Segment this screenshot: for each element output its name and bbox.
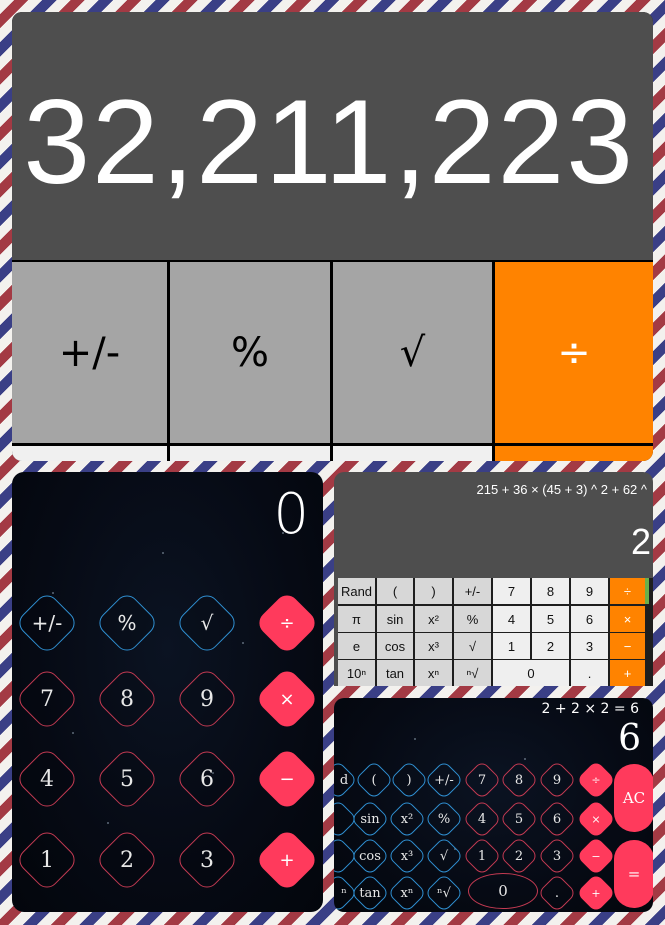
open-paren-button[interactable]: (: [377, 578, 413, 604]
digit-7-button[interactable]: 7: [493, 578, 530, 604]
next-row-key[interactable]: [170, 446, 330, 461]
divide-button[interactable]: ÷: [610, 578, 645, 604]
open-paren-button[interactable]: (: [354, 760, 394, 800]
digit-7-button[interactable]: 7: [462, 760, 502, 800]
decimal-button[interactable]: .: [537, 873, 577, 912]
all-clear-button[interactable]: AC: [614, 764, 653, 832]
digit-5-button[interactable]: 5: [499, 799, 539, 839]
rand-button[interactable]: Rand: [338, 578, 375, 604]
expression-display: 2 + 2 × 2 = 6: [541, 701, 639, 717]
starry-scientific-calculator: 2 + 2 × 2 = 6 6 d ( ) +/- 7 8 9 ÷ sin x²…: [334, 698, 653, 912]
equals-button[interactable]: =: [614, 840, 653, 908]
digit-6-button[interactable]: 6: [571, 606, 608, 632]
square-root-button[interactable]: √: [454, 633, 491, 659]
divide-button[interactable]: ÷: [254, 590, 320, 656]
sin-button[interactable]: sin: [350, 799, 390, 839]
add-button[interactable]: +: [576, 873, 616, 912]
add-button[interactable]: +: [254, 827, 320, 893]
power-button[interactable]: xⁿ: [415, 660, 452, 686]
percent-button[interactable]: %: [454, 606, 491, 632]
next-row-operator-key[interactable]: [495, 446, 653, 461]
digit-8-button[interactable]: 8: [499, 760, 539, 800]
multiply-button[interactable]: ×: [576, 799, 616, 839]
e-button[interactable]: e: [338, 633, 375, 659]
digit-1-button[interactable]: 1: [493, 633, 530, 659]
power-button[interactable]: xⁿ: [387, 873, 427, 912]
large-calculator-display: 32,211,223: [12, 12, 653, 260]
next-row-key[interactable]: [12, 446, 167, 461]
digit-5-button[interactable]: 5: [532, 606, 569, 632]
result-display: 6: [618, 718, 641, 759]
next-row-key[interactable]: [333, 446, 492, 461]
digit-2-button[interactable]: 2: [94, 827, 160, 893]
cos-button[interactable]: cos: [350, 836, 390, 876]
digit-3-button[interactable]: 3: [571, 633, 608, 659]
digit-2-button[interactable]: 2: [532, 633, 569, 659]
divide-button[interactable]: ÷: [495, 262, 653, 443]
tan-button[interactable]: tan: [377, 660, 413, 686]
digit-0-button[interactable]: 0: [493, 660, 569, 686]
multiply-button[interactable]: ×: [254, 666, 320, 732]
square-root-button[interactable]: √: [174, 590, 240, 656]
digit-4-button[interactable]: 4: [462, 799, 502, 839]
square-button[interactable]: x²: [415, 606, 452, 632]
digit-3-button[interactable]: 3: [174, 827, 240, 893]
digit-3-button[interactable]: 3: [537, 836, 577, 876]
cube-button[interactable]: x³: [387, 836, 427, 876]
digit-4-button[interactable]: 4: [14, 746, 80, 812]
result-display: 2: [630, 521, 651, 562]
percent-button[interactable]: %: [424, 799, 464, 839]
large-calculator: 32,211,223 +/- % √ ÷: [12, 12, 653, 461]
starry-calculator: 0 +/- % √ ÷ 7 8 9 × 4 5 6 − 1 2 3 +: [12, 472, 323, 912]
digit-8-button[interactable]: 8: [532, 578, 569, 604]
square-root-button[interactable]: √: [333, 262, 492, 443]
nth-root-button[interactable]: ⁿ√: [454, 660, 491, 686]
plus-minus-button[interactable]: +/-: [12, 262, 167, 443]
subtract-button[interactable]: −: [610, 633, 645, 659]
digit-9-button[interactable]: 9: [537, 760, 577, 800]
cube-button[interactable]: x³: [415, 633, 452, 659]
digit-7-button[interactable]: 7: [14, 666, 80, 732]
digit-1-button[interactable]: 1: [462, 836, 502, 876]
plus-minus-button[interactable]: +/-: [424, 760, 464, 800]
digit-9-button[interactable]: 9: [571, 578, 608, 604]
square-button[interactable]: x²: [387, 799, 427, 839]
sin-button[interactable]: sin: [377, 606, 413, 632]
digit-8-button[interactable]: 8: [94, 666, 160, 732]
digit-4-button[interactable]: 4: [493, 606, 530, 632]
nth-root-button[interactable]: ⁿ√: [424, 873, 464, 912]
digit-2-button[interactable]: 2: [499, 836, 539, 876]
starry-display: 0: [273, 482, 309, 547]
edge-indicator: [645, 578, 649, 604]
digit-0-button[interactable]: 0: [468, 870, 538, 912]
add-button[interactable]: +: [610, 660, 645, 686]
digit-5-button[interactable]: 5: [94, 746, 160, 812]
scientific-keypad: Rand ( ) +/- 7 8 9 ÷ π sin x² % 4 5 6 × …: [338, 578, 653, 686]
decimal-button[interactable]: .: [571, 660, 608, 686]
cos-button[interactable]: cos: [377, 633, 413, 659]
plus-minus-button[interactable]: +/-: [454, 578, 491, 604]
digit-6-button[interactable]: 6: [537, 799, 577, 839]
digit-1-button[interactable]: 1: [14, 827, 80, 893]
scientific-calculator: 215 + 36 × (45 + 3) ^ 2 + 62 ^ 2 Rand ( …: [334, 472, 653, 686]
close-paren-button[interactable]: ): [415, 578, 452, 604]
divide-button[interactable]: ÷: [576, 760, 616, 800]
pi-button[interactable]: π: [338, 606, 375, 632]
tan-button[interactable]: tan: [350, 873, 390, 912]
close-paren-button[interactable]: ): [389, 760, 429, 800]
square-root-button[interactable]: √: [424, 836, 464, 876]
subtract-button[interactable]: −: [576, 836, 616, 876]
percent-button[interactable]: %: [94, 590, 160, 656]
percent-button[interactable]: %: [170, 262, 330, 443]
subtract-button[interactable]: −: [254, 746, 320, 812]
expression-display: 215 + 36 × (45 + 3) ^ 2 + 62 ^: [476, 482, 648, 497]
plus-minus-button[interactable]: +/-: [14, 590, 80, 656]
display-value: 32,211,223: [23, 75, 635, 209]
multiply-button[interactable]: ×: [610, 606, 645, 632]
digit-9-button[interactable]: 9: [174, 666, 240, 732]
rand-button[interactable]: d: [334, 760, 358, 800]
ten-power-button[interactable]: 10ⁿ: [338, 660, 375, 686]
digit-6-button[interactable]: 6: [174, 746, 240, 812]
